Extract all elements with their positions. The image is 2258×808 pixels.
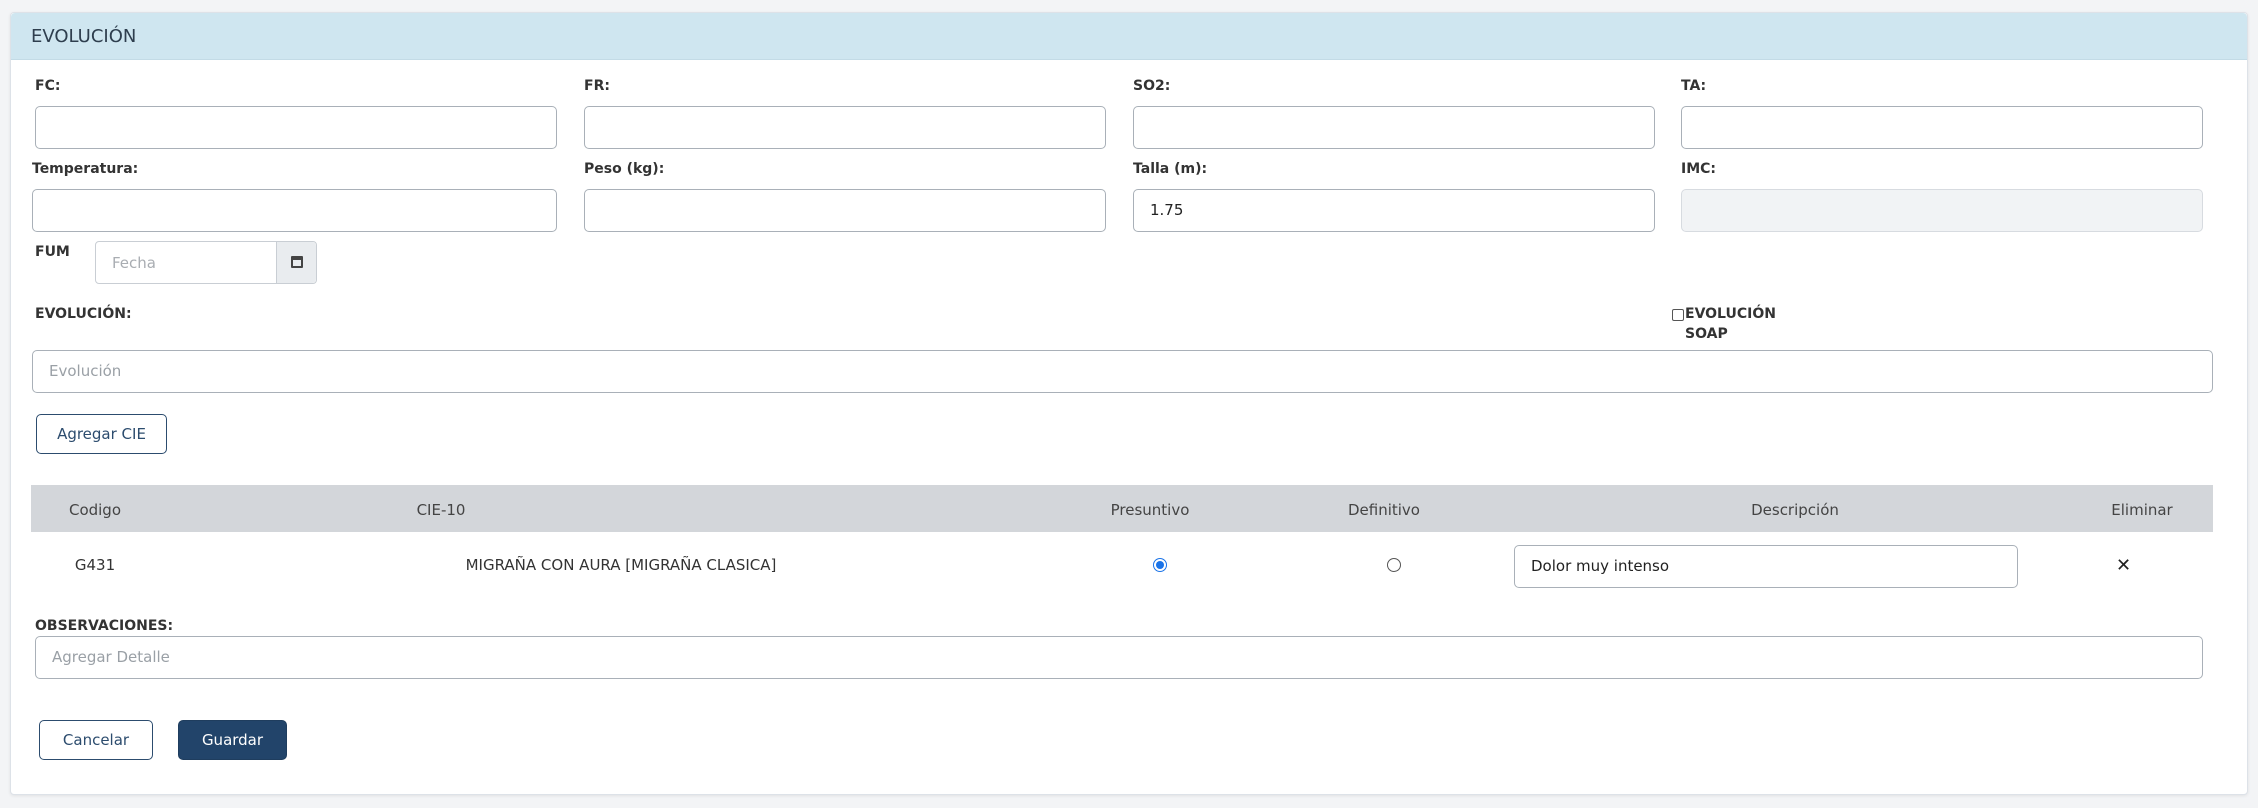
so2-input[interactable] [1133,106,1655,149]
close-icon[interactable]: ✕ [2116,555,2131,576]
temperatura-label: Temperatura: [32,161,139,177]
cell-cie10: MIGRAÑA CON AURA [MIGRAÑA CLASICA] [465,556,777,574]
descripcion-input[interactable]: Dolor muy intenso [1514,545,2018,588]
evolucion-label: EVOLUCIÓN: [35,306,132,322]
definitivo-radio[interactable] [1387,558,1401,572]
card-title: EVOLUCIÓN [31,26,137,47]
fum-label: FUM [35,244,70,260]
soap-checkbox[interactable] [1672,309,1684,321]
cancelar-button[interactable]: Cancelar [39,720,153,760]
col-codigo: Codigo [68,501,122,519]
cie-table-header: Codigo CIE-10 Presuntivo Definitivo Desc… [31,485,2213,532]
fc-input[interactable] [35,106,557,149]
temperatura-input[interactable] [32,189,557,232]
calendar-icon [291,256,303,268]
col-definitivo: Definitivo [1347,501,1420,519]
talla-label: Talla (m): [1133,161,1208,177]
cell-codigo: G431 [74,556,116,574]
talla-input[interactable]: 1.75 [1133,189,1655,232]
evolucion-card: EVOLUCIÓN FC: FR: SO2: TA: Temperatura: … [10,12,2248,795]
peso-label: Peso (kg): [584,161,665,177]
fr-label: FR: [584,78,610,94]
observaciones-label: OBSERVACIONES: [35,618,174,634]
fr-input[interactable] [584,106,1106,149]
observaciones-input[interactable]: Agregar Detalle [35,636,2203,679]
evolucion-input[interactable]: Evolución [32,350,2213,393]
card-header: EVOLUCIÓN [11,13,2247,60]
agregar-cie-button[interactable]: Agregar CIE [36,414,167,454]
col-eliminar: Eliminar [2111,501,2173,519]
fum-date-input[interactable]: Fecha [112,254,156,272]
col-descripcion: Descripción [1751,501,1839,519]
fc-label: FC: [35,78,61,94]
so2-label: SO2: [1133,78,1171,94]
guardar-button[interactable]: Guardar [178,720,287,760]
col-cie10: CIE-10 [416,501,466,519]
imc-label: IMC: [1681,161,1717,177]
calendar-button[interactable] [276,242,316,283]
soap-label-line2: SOAP [1685,326,1728,342]
ta-label: TA: [1681,78,1707,94]
imc-input [1681,189,2203,232]
soap-label-line1: EVOLUCIÓN [1685,306,1776,322]
col-presuntivo: Presuntivo [1110,501,1190,519]
ta-input[interactable] [1681,106,2203,149]
peso-input[interactable] [584,189,1106,232]
presuntivo-radio[interactable] [1153,558,1167,572]
fum-date-picker[interactable]: Fecha [95,241,317,284]
